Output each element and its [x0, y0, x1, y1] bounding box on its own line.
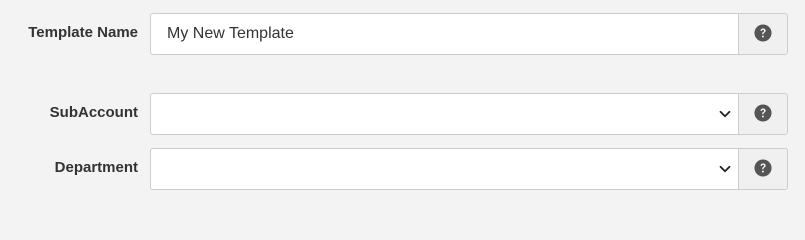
template-name-input[interactable] [150, 13, 739, 55]
question-circle-icon [754, 104, 772, 122]
department-label: Department [54, 159, 138, 176]
department-help-button[interactable] [738, 148, 788, 190]
chevron-down-icon [719, 165, 731, 173]
question-circle-icon [754, 24, 772, 42]
chevron-down-icon [719, 110, 731, 118]
department-row: Department [0, 148, 805, 190]
question-circle-icon [754, 159, 772, 177]
department-select[interactable] [150, 148, 739, 190]
template-name-row: Template Name [0, 13, 805, 55]
template-name-help-button[interactable] [738, 13, 788, 55]
subaccount-row: SubAccount [0, 93, 805, 135]
template-name-label: Template Name [28, 24, 138, 41]
subaccount-label: SubAccount [49, 104, 138, 121]
subaccount-help-button[interactable] [738, 93, 788, 135]
subaccount-select[interactable] [150, 93, 739, 135]
